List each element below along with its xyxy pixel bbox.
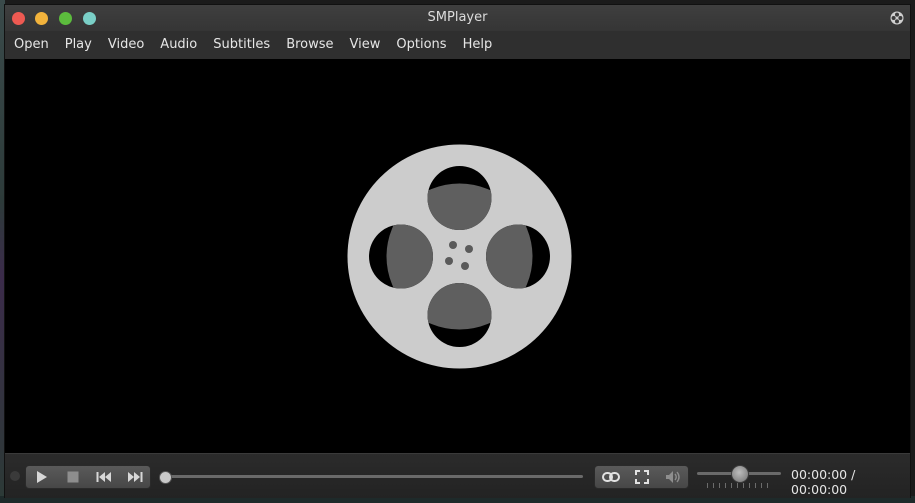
menu-video[interactable]: Video <box>100 31 152 59</box>
link-icon <box>601 472 620 482</box>
video-area[interactable] <box>5 59 910 453</box>
film-reel-icon[interactable] <box>890 11 904 25</box>
volume-icon <box>665 471 680 483</box>
titlebar[interactable]: SMPlayer <box>5 5 910 32</box>
previous-button[interactable] <box>88 466 119 488</box>
volume-handle[interactable] <box>731 465 749 483</box>
next-icon <box>127 472 142 482</box>
menu-browse[interactable]: Browse <box>278 31 341 59</box>
menu-bar: Open Play Video Audio Subtitles Browse V… <box>5 31 910 59</box>
toolbar-grip[interactable] <box>10 471 20 481</box>
next-button[interactable] <box>119 466 150 488</box>
volume-slider[interactable] <box>697 465 781 483</box>
fullscreen-button[interactable] <box>626 466 657 488</box>
volume-ticks <box>707 483 773 488</box>
play-button[interactable] <box>26 466 57 488</box>
menu-view[interactable]: View <box>342 31 389 59</box>
menu-subtitles[interactable]: Subtitles <box>205 31 278 59</box>
smplayer-window: SMPlayer Open Play Video Audio Subtitles… <box>4 4 911 498</box>
stop-button[interactable] <box>57 466 88 488</box>
options-button-group <box>594 465 689 489</box>
menu-help[interactable]: Help <box>455 31 501 59</box>
playback-button-group <box>25 465 151 489</box>
menu-options[interactable]: Options <box>388 31 454 59</box>
play-icon <box>36 471 47 483</box>
menu-play[interactable]: Play <box>57 31 100 59</box>
previous-icon <box>96 472 111 482</box>
seek-bar[interactable] <box>159 471 583 484</box>
seek-handle[interactable] <box>159 471 172 484</box>
menu-audio[interactable]: Audio <box>152 31 205 59</box>
film-reel-icon <box>347 144 572 369</box>
menu-open[interactable]: Open <box>5 31 57 59</box>
time-display: 00:00:00 / 00:00:00 <box>791 467 856 497</box>
stop-icon <box>67 471 78 483</box>
mute-button[interactable] <box>657 466 688 488</box>
control-bar: 00:00:00 / 00:00:00 <box>5 453 910 498</box>
link-button[interactable] <box>595 466 626 488</box>
fullscreen-icon <box>634 470 649 484</box>
window-title: SMPlayer <box>427 10 488 25</box>
